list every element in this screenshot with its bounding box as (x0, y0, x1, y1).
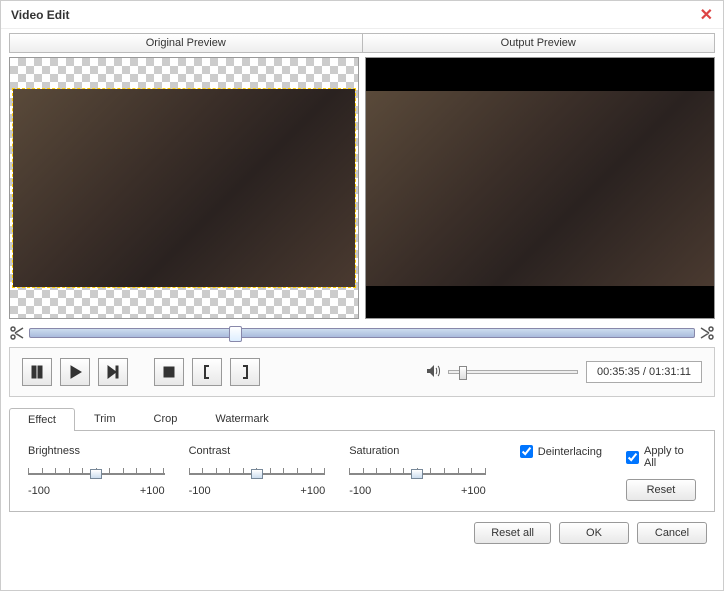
saturation-label: Saturation (349, 445, 486, 457)
output-preview (365, 57, 715, 319)
apply-to-all-checkbox[interactable]: Apply to All (626, 445, 696, 469)
playback-controls: 00:35:35 / 01:31:11 (9, 347, 715, 397)
scissors-left-icon[interactable] (9, 325, 25, 341)
reset-button[interactable]: Reset (626, 479, 696, 501)
brightness-label: Brightness (28, 445, 165, 457)
saturation-slider[interactable] (349, 463, 486, 481)
bracket-start-button[interactable] (192, 358, 222, 386)
cancel-button[interactable]: Cancel (637, 522, 707, 544)
footer-buttons: Reset all OK Cancel (9, 512, 715, 554)
tab-crop[interactable]: Crop (135, 407, 197, 430)
stop-button[interactable] (154, 358, 184, 386)
titlebar: Video Edit ✕ (1, 1, 723, 29)
contrast-label: Contrast (189, 445, 326, 457)
timeline-slider[interactable] (29, 328, 695, 338)
contrast-thumb[interactable] (251, 469, 263, 479)
play-button[interactable] (60, 358, 90, 386)
volume-thumb[interactable] (459, 366, 467, 380)
output-preview-header: Output Preview (363, 34, 715, 52)
window-title: Video Edit (11, 8, 700, 22)
next-frame-button[interactable] (98, 358, 128, 386)
ok-button[interactable]: OK (559, 522, 629, 544)
volume-icon[interactable] (426, 363, 442, 382)
close-icon[interactable]: ✕ (700, 5, 713, 25)
tab-trim[interactable]: Trim (75, 407, 135, 430)
crop-region[interactable] (12, 88, 356, 288)
effect-panel: Brightness -100+100 Contrast -100+100 Sa… (9, 431, 715, 512)
tab-effect[interactable]: Effect (9, 408, 75, 431)
saturation-control: Saturation -100+100 (349, 445, 486, 497)
video-frame-original (13, 89, 355, 287)
reset-all-button[interactable]: Reset all (474, 522, 551, 544)
original-preview-header: Original Preview (10, 34, 363, 52)
video-frame-output (366, 91, 714, 286)
bracket-end-button[interactable] (230, 358, 260, 386)
tab-watermark[interactable]: Watermark (196, 407, 287, 430)
preview-headers: Original Preview Output Preview (9, 33, 715, 53)
tabs: Effect Trim Crop Watermark (9, 407, 715, 431)
original-preview[interactable] (9, 57, 359, 319)
contrast-slider[interactable] (189, 463, 326, 481)
saturation-thumb[interactable] (411, 469, 423, 479)
time-display: 00:35:35 / 01:31:11 (586, 361, 702, 383)
brightness-slider[interactable] (28, 463, 165, 481)
scissors-right-icon[interactable] (699, 325, 715, 341)
contrast-control: Contrast -100+100 (189, 445, 326, 497)
brightness-thumb[interactable] (90, 469, 102, 479)
brightness-control: Brightness -100+100 (28, 445, 165, 497)
timeline-thumb[interactable] (229, 326, 242, 342)
deinterlacing-checkbox[interactable]: Deinterlacing (520, 445, 602, 458)
volume-slider[interactable] (448, 370, 578, 374)
pause-button[interactable] (22, 358, 52, 386)
